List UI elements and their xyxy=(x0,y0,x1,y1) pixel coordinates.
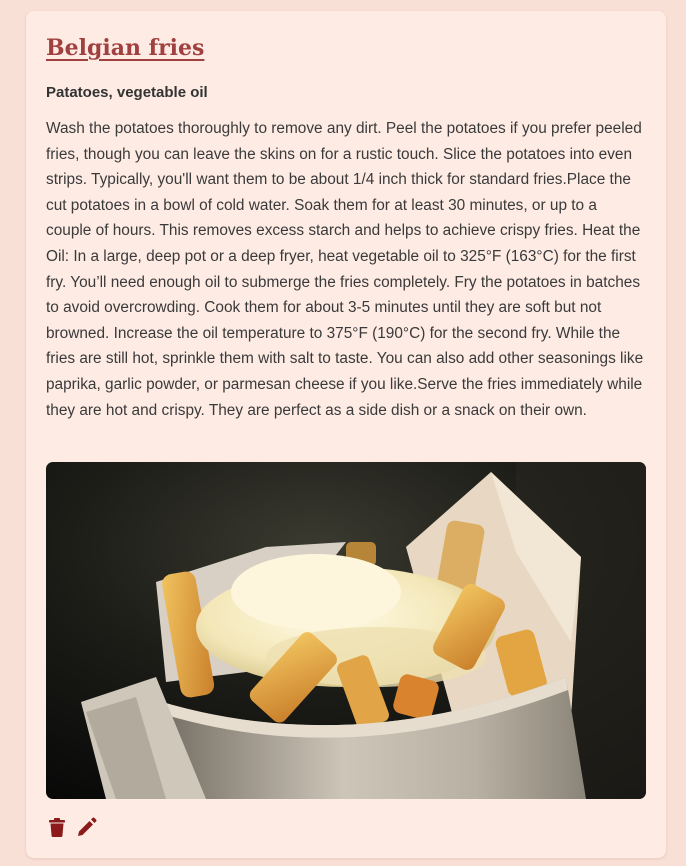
recipe-actions xyxy=(46,816,646,838)
recipe-title[interactable]: Belgian fries xyxy=(46,33,646,63)
edit-button[interactable] xyxy=(76,816,98,838)
delete-button[interactable] xyxy=(46,816,68,838)
recipe-instructions: Wash the potatoes thoroughly to remove a… xyxy=(46,120,644,419)
recipe-photo xyxy=(46,462,646,799)
trash-icon xyxy=(49,817,65,837)
recipe-card: Belgian fries Patatoes, vegetable oil Wa… xyxy=(26,11,666,858)
recipe-ingredients: Patatoes, vegetable oil xyxy=(46,84,208,101)
pencil-icon xyxy=(78,817,97,836)
